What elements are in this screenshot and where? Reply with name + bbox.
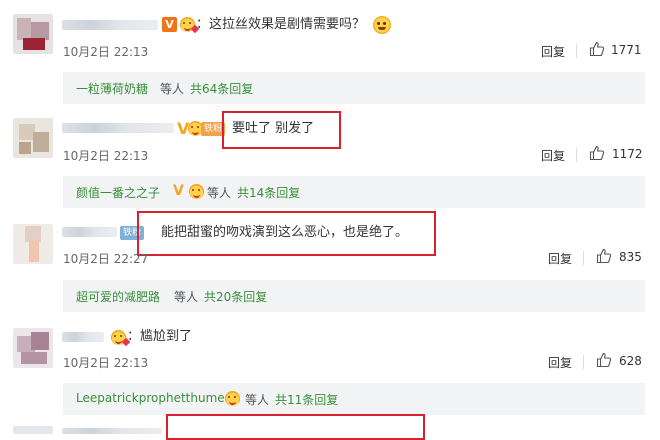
username[interactable] [62,428,162,434]
thread-count[interactable]: 共20条回复 [204,288,267,305]
reply-thread-bar[interactable]: Leepatrickprophetthume 等人 共11条回复 [63,383,645,415]
username[interactable] [62,332,104,342]
highlight-box [137,211,436,256]
comment-text: ：尴尬到了 [127,329,193,344]
like-count: 1771 [611,43,642,57]
thread-suffix: 等人 [160,82,185,96]
avatar[interactable] [13,14,53,54]
like-count: 1172 [612,147,643,161]
comment-time: 10月2日 22:13 [63,45,149,59]
thread-suffix: 等人 [174,290,199,304]
reply-button[interactable]: 回复 [548,354,572,371]
comment-text: ：这拉丝效果是剧情需要吗？ [196,17,366,32]
thread-user[interactable]: 超可爱的减肥路 [76,288,160,305]
thread-suffix: 等人 [207,186,232,200]
username[interactable] [62,20,158,30]
laughing-cry-emoji-icon [373,16,391,34]
v-verified-icon: V [162,17,177,32]
like-count: 835 [619,250,642,264]
thread-suffix: 等人 [245,393,270,407]
reply-thread-bar[interactable]: 一粒薄荷奶糖 等人 共64条回复 [63,72,645,104]
thread-count[interactable]: 共11条回复 [275,391,338,408]
avatar[interactable] [13,426,53,434]
highlight-box [222,111,341,149]
fan-face-icon [189,184,204,199]
reply-button[interactable]: 回复 [541,147,565,164]
thumbs-up-icon[interactable] [589,41,605,57]
highlight-box [166,414,425,440]
thread-user[interactable]: Leepatrickprophetthume [76,391,225,405]
divider [576,44,577,58]
avatar[interactable] [13,328,53,368]
thread-user[interactable]: 一粒薄荷奶糖 [76,80,148,97]
reply-thread-bar[interactable]: 颜值一番之之子 V 等人 共14条回复 [63,176,645,208]
comment-time: 10月2日 22:27 [63,252,149,266]
reply-button[interactable]: 回复 [548,250,572,267]
fan-face-icon [225,391,240,406]
username[interactable] [62,123,174,133]
divider [576,148,577,162]
username[interactable] [62,227,117,237]
avatar[interactable] [13,118,53,158]
thumbs-up-icon[interactable] [589,145,605,161]
reply-thread-bar[interactable]: 超可爱的减肥路 等人 共20条回复 [63,280,645,312]
thumbs-up-icon[interactable] [596,352,612,368]
v-verified-icon: V [173,183,184,199]
thread-user[interactable]: 颜值一番之之子 [76,184,160,201]
thread-count[interactable]: 共14条回复 [237,184,300,201]
comment-time: 10月2日 22:13 [63,149,149,163]
divider [583,251,584,265]
like-count: 628 [619,354,642,368]
divider [583,355,584,369]
reply-button[interactable]: 回复 [541,43,565,60]
comment-time: 10月2日 22:13 [63,356,149,370]
thread-count[interactable]: 共64条回复 [190,80,253,97]
thumbs-up-icon[interactable] [596,248,612,264]
avatar[interactable] [13,224,53,264]
